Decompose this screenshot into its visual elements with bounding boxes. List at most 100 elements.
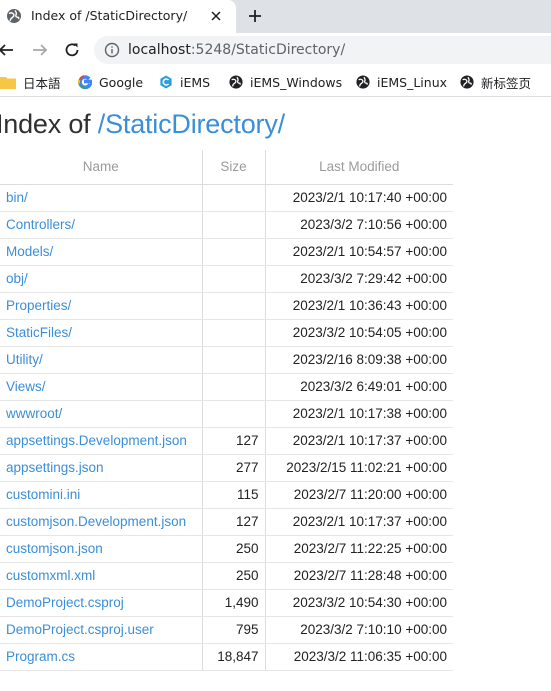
name-cell: Properties/	[0, 292, 203, 320]
size-cell: 127	[202, 508, 266, 536]
arrow-left-icon	[0, 44, 13, 56]
last-modified-cell: 2023/2/1 10:17:37 +00:00	[265, 427, 453, 455]
last-modified-cell: 2023/2/1 10:17:37 +00:00	[265, 508, 453, 536]
table-row: Utility/2023/2/16 8:09:38 +00:00	[0, 346, 453, 374]
name-cell: DemoProject.csproj	[0, 589, 203, 617]
column-header-name: Name	[0, 150, 203, 185]
google-icon	[78, 75, 92, 89]
url-text[interactable]: localhost:5248/StaticDirectory/	[128, 42, 345, 58]
globe-icon	[7, 9, 21, 23]
back-button[interactable]	[0, 39, 17, 61]
name-cell: customjson.Development.json	[0, 508, 203, 536]
name-cell: customxml.xml	[0, 562, 203, 590]
name-cell: Views/	[0, 373, 203, 401]
file-link[interactable]: customjson.json	[6, 541, 103, 556]
column-header-last-modified: Last Modified	[265, 150, 453, 185]
table-row: Program.cs 18,847 2023/3/2 11:06:35 +00:00	[0, 643, 453, 671]
file-link[interactable]: DemoProject.csproj	[6, 595, 124, 610]
file-link[interactable]: bin/	[6, 190, 28, 205]
bookmark-iems-linux[interactable]: iEMS_Linux	[356, 73, 447, 91]
close-tab-button[interactable]	[205, 5, 227, 27]
size-cell: 18,847	[202, 643, 266, 671]
file-link[interactable]: StaticFiles/	[6, 325, 72, 340]
file-link[interactable]: DemoProject.csproj.user	[6, 622, 154, 637]
file-link[interactable]: customxml.xml	[6, 568, 95, 583]
bookmark-label: 新标签页	[481, 75, 532, 91]
last-modified-cell: 2023/2/1 10:17:38 +00:00	[265, 400, 453, 428]
url-host: localhost	[128, 42, 191, 58]
file-link[interactable]: wwwroot/	[6, 406, 62, 421]
last-modified-cell: 2023/2/15 11:02:21 +00:00	[265, 454, 453, 482]
reload-button[interactable]	[61, 39, 83, 61]
last-modified-cell: 2023/3/2 10:54:05 +00:00	[265, 319, 453, 347]
name-cell: wwwroot/	[0, 400, 203, 428]
file-link[interactable]: Utility/	[6, 352, 43, 367]
table-row: obj/2023/3/2 7:29:42 +00:00	[0, 265, 453, 293]
close-icon	[211, 11, 221, 21]
new-tab-button[interactable]	[243, 4, 267, 28]
last-modified-cell: 2023/2/16 8:09:38 +00:00	[265, 346, 453, 374]
file-link[interactable]: obj/	[6, 271, 28, 286]
size-cell	[202, 373, 266, 401]
info-icon[interactable]	[104, 42, 120, 58]
last-modified-cell: 2023/3/2 7:10:10 +00:00	[265, 616, 453, 644]
name-cell: appsettings.Development.json	[0, 427, 203, 455]
page-title-prefix: Index of	[0, 109, 98, 139]
file-link[interactable]: appsettings.json	[6, 460, 104, 475]
address-bar[interactable]: localhost:5248/StaticDirectory/	[94, 36, 551, 64]
file-link[interactable]: Models/	[6, 244, 53, 259]
bookmark-label: iEMS	[180, 74, 211, 90]
active-tab[interactable]: Index of /StaticDirectory/	[0, 0, 236, 33]
tab-title: Index of /StaticDirectory/	[31, 8, 188, 23]
size-cell	[202, 346, 266, 374]
last-modified-cell: 2023/2/7 11:20:00 +00:00	[265, 481, 453, 509]
iems-icon	[160, 75, 172, 89]
last-modified-cell: 2023/3/2 7:10:56 +00:00	[265, 211, 453, 239]
name-cell: bin/	[0, 184, 203, 212]
arrow-right-icon	[33, 44, 48, 56]
folder-icon	[0, 77, 16, 89]
name-cell: Utility/	[0, 346, 203, 374]
last-modified-cell: 2023/2/7 11:22:25 +00:00	[265, 535, 453, 563]
file-link[interactable]: Program.cs	[6, 649, 75, 664]
bookmark-google[interactable]: Google	[78, 73, 143, 91]
directory-listing-table: Name Size Last Modified bin/2023/2/1 10:…	[0, 150, 453, 671]
bookmark-iems[interactable]: iEMS	[159, 73, 210, 91]
table-row: Models/2023/2/1 10:54:57 +00:00	[0, 238, 453, 266]
table-row: appsettings.json 277 2023/2/15 11:02:21 +0…	[0, 454, 453, 482]
table-row: appsettings.Development.json 127 2023/2/1 …	[0, 427, 453, 455]
name-cell: Program.cs	[0, 643, 203, 671]
file-link[interactable]: Views/	[6, 379, 46, 394]
page-title: Index of /StaticDirectory/	[0, 109, 285, 140]
last-modified-cell: 2023/3/2 11:06:35 +00:00	[265, 643, 453, 671]
browser-toolbar: localhost:5248/StaticDirectory/	[0, 33, 551, 67]
forward-button[interactable]	[29, 39, 51, 61]
url-path: :5248/StaticDirectory/	[190, 42, 346, 58]
table-row: StaticFiles/2023/3/2 10:54:05 +00:00	[0, 319, 453, 347]
globe-icon	[356, 75, 370, 89]
size-cell: 795	[202, 616, 266, 644]
table-row: customini.ini 115 2023/2/7 11:20:00 +00:00	[0, 481, 453, 509]
size-cell	[202, 211, 266, 239]
file-link[interactable]: Properties/	[6, 298, 71, 313]
name-cell: customjson.json	[0, 535, 203, 563]
bookmark-new-tab-page[interactable]: 新标签页	[460, 73, 531, 91]
file-link[interactable]: customini.ini	[6, 487, 80, 502]
bookmark-folder-nihongo[interactable]: 日本語	[0, 73, 61, 91]
table-row: customjson.json 250 2023/2/7 11:22:25 +00:…	[0, 535, 453, 563]
file-link[interactable]: customjson.Development.json	[6, 514, 186, 529]
file-link[interactable]: Controllers/	[6, 217, 75, 232]
bookmark-label: Google	[99, 74, 144, 90]
column-header-size: Size	[202, 150, 266, 185]
size-cell	[202, 292, 266, 320]
table-row: DemoProject.csproj.user 795 2023/3/2 7:10:…	[0, 616, 453, 644]
globe-icon	[229, 75, 243, 89]
file-link[interactable]: appsettings.Development.json	[6, 433, 187, 448]
last-modified-cell: 2023/2/1 10:54:57 +00:00	[265, 238, 453, 266]
bookmark-iems-windows[interactable]: iEMS_Windows	[229, 73, 342, 91]
size-cell: 115	[202, 481, 266, 509]
table-row: Properties/2023/2/1 10:36:43 +00:00	[0, 292, 453, 320]
last-modified-cell: 2023/2/1 10:36:43 +00:00	[265, 292, 453, 320]
size-cell: 127	[202, 427, 266, 455]
size-cell	[202, 400, 266, 428]
